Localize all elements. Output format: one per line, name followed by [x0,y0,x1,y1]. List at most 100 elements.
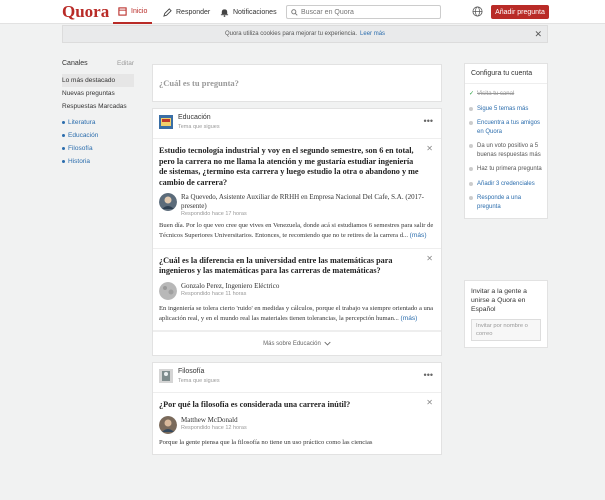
nav-home-label: Inicio [131,7,148,15]
search-box[interactable] [286,5,441,19]
nav-home[interactable]: Inicio [113,0,153,24]
sidebar-topic-history[interactable]: Historia [62,155,134,168]
answer-author: Matthew McDonald Respondido hace 12 hora… [159,415,435,434]
topic-card: Educación Tema que sigues ••• ✕ Estudio … [152,108,442,357]
pencil-icon [163,7,172,17]
globe-icon[interactable] [472,6,483,17]
nav-notifications[interactable]: Notificaciones [220,0,277,24]
author-name[interactable]: Matthew McDonald [181,416,247,425]
more-options-icon[interactable]: ••• [424,370,433,380]
bullet-icon [469,196,473,200]
question-title[interactable]: ¿Por qué la filosofía es considerada una… [159,400,435,411]
topic-name[interactable]: Filosofía [178,368,204,375]
channels-sidebar: Canales Editar Lo más destacado Nuevas p… [62,60,134,168]
author-name[interactable]: Ra Quevedo, Asistente Auxiliar de RRHH e… [181,193,435,210]
sidebar-edit-link[interactable]: Editar [117,60,134,67]
bullet-icon [469,181,473,186]
card-header: Filosofía Tema que sigues ••• [153,363,441,394]
setup-item-visit-channel[interactable]: ✓ Visita tu canal [465,87,547,102]
read-more-link[interactable]: (más) [410,232,427,239]
feed-story: ✕ Estudio tecnología industrial y voy en… [153,139,441,249]
dismiss-icon[interactable]: ✕ [426,398,433,407]
bell-icon [220,8,229,17]
answer-preview[interactable]: En ingeniería se tolera cierto 'ruido' e… [159,304,435,325]
nav-answer[interactable]: Responder [163,0,210,24]
close-icon[interactable]: ✕ [534,29,542,40]
checkmark-icon: ✓ [469,91,475,97]
answer-author: Gonzalo Perez, Ingeniero Eléctrico Respo… [159,281,435,300]
setup-item-credentials[interactable]: Añadir 3 credenciales [465,177,547,192]
answer-text: En ingeniería se tolera cierto 'ruido' e… [159,304,434,322]
setup-item-label: Responde a una pregunta [477,195,522,210]
more-options-icon[interactable]: ••• [424,116,433,126]
top-bar: Quora Inicio Responder Notificaciones Añ… [0,0,605,24]
setup-item-find-friends[interactable]: Encuentra a tus amigos en Quora [465,116,547,139]
setup-item-upvote[interactable]: Da un voto positivo a 5 buenas respuesta… [465,139,547,162]
setup-item-label: Da un voto positivo a 5 buenas respuesta… [477,143,541,158]
dismiss-icon[interactable]: ✕ [426,144,433,153]
topic-name[interactable]: Educación [178,114,211,121]
setup-title: Configura tu cuenta [465,64,547,84]
author-name[interactable]: Gonzalo Perez, Ingeniero Eléctrico [181,282,279,291]
sidebar-topic-philosophy[interactable]: Filosofía [62,142,134,155]
feed-story: ✕ ¿Por qué la filosofía es considerada u… [153,393,441,454]
bullet-icon [469,144,473,148]
setup-item-label: Haz tu primera pregunta [477,166,542,172]
more-about-topic-link[interactable]: Más sobre Educación [153,331,441,355]
setup-item-label: Sigue 5 temas más [477,105,529,112]
topic-card: Filosofía Tema que sigues ••• ✕ ¿Por qué… [152,362,442,455]
more-about-topic-label: Más sobre Educación [263,340,321,347]
avatar[interactable] [159,415,177,434]
setup-item-label: Añadir 3 credenciales [477,180,535,187]
answer-time: Respondido hace 12 horas [181,425,247,432]
answer-time: Respondido hace 17 horas [181,211,247,217]
cookie-more-link[interactable]: Leer más [360,31,385,37]
home-icon [118,6,127,16]
sidebar-topic-literature[interactable]: Literatura [62,116,134,129]
answer-author: Ra Quevedo, Asistente Auxiliar de RRHH e… [159,193,435,217]
setup-item-follow-topics[interactable]: Sigue 5 temas más [465,102,547,117]
bullet-icon [469,121,473,125]
philosophy-topic-icon[interactable] [159,369,173,384]
dismiss-icon[interactable]: ✕ [426,254,433,263]
nav-notifications-label: Notificaciones [233,8,277,16]
avatar[interactable] [159,281,177,300]
add-question-button[interactable]: Añadir pregunta [491,5,549,19]
invite-title: Invitar a la gente a unirse a Quora en E… [471,288,527,313]
topic-subtitle: Tema que sigues [178,378,220,385]
sidebar-topic-education[interactable]: Educación [62,129,134,142]
read-more-link[interactable]: (más) [401,315,418,322]
setup-item-label: Visita tu canal [477,91,515,97]
feed-story: ✕ ¿Cuál es la diferencia en la universid… [153,249,441,332]
sidebar-item-bookmarked[interactable]: Respuestas Marcadas [62,100,134,113]
setup-item-first-question[interactable]: Haz tu primera pregunta [465,162,547,177]
setup-item-answer[interactable]: Responde a una pregunta [465,191,547,214]
question-title[interactable]: ¿Cuál es la diferencia en la universidad… [159,256,435,277]
answer-text: Buen día. Por lo que veo cree que vives … [159,222,434,240]
search-icon [291,8,298,16]
invite-input[interactable]: Invitar por nombre o correo [471,319,541,341]
cookie-text: Quora utiliza cookies para mejorar tu ex… [224,31,358,37]
sidebar-item-new-questions[interactable]: Nuevas preguntas [62,87,134,100]
invite-panel: Invitar a la gente a unirse a Quora en E… [464,280,548,348]
avatar[interactable] [159,193,177,211]
answer-preview[interactable]: Buen día. Por lo que veo cree que vives … [159,221,435,242]
quora-logo[interactable]: Quora [62,2,109,22]
sidebar-title: Canales [62,60,88,67]
bullet-icon [469,167,473,171]
main-feed: ¿Cuál es tu pregunta? Educación Tema que… [152,64,442,461]
topic-subtitle: Tema que sigues [178,124,220,130]
search-input[interactable] [300,8,440,16]
education-topic-icon[interactable] [159,115,173,129]
account-setup-panel: Configura tu cuenta ✓ Visita tu canal Sig… [464,63,548,219]
chevron-down-icon [324,341,331,346]
sidebar-item-top[interactable]: Lo más destacado [62,74,134,87]
answer-time: Respondido hace 11 horas [181,291,247,298]
question-title[interactable]: Estudio tecnología industrial y voy en e… [159,146,435,188]
nav-answer-label: Responder [176,8,211,16]
ask-question-box[interactable]: ¿Cuál es tu pregunta? [152,64,442,102]
cookie-banner: Quora utiliza cookies para mejorar tu ex… [62,25,548,43]
bullet-icon [469,106,473,111]
setup-item-label: Encuentra a tus amigos en Quora [477,120,541,135]
answer-preview[interactable]: Porque la gente piensa que la filosofía … [159,438,435,448]
